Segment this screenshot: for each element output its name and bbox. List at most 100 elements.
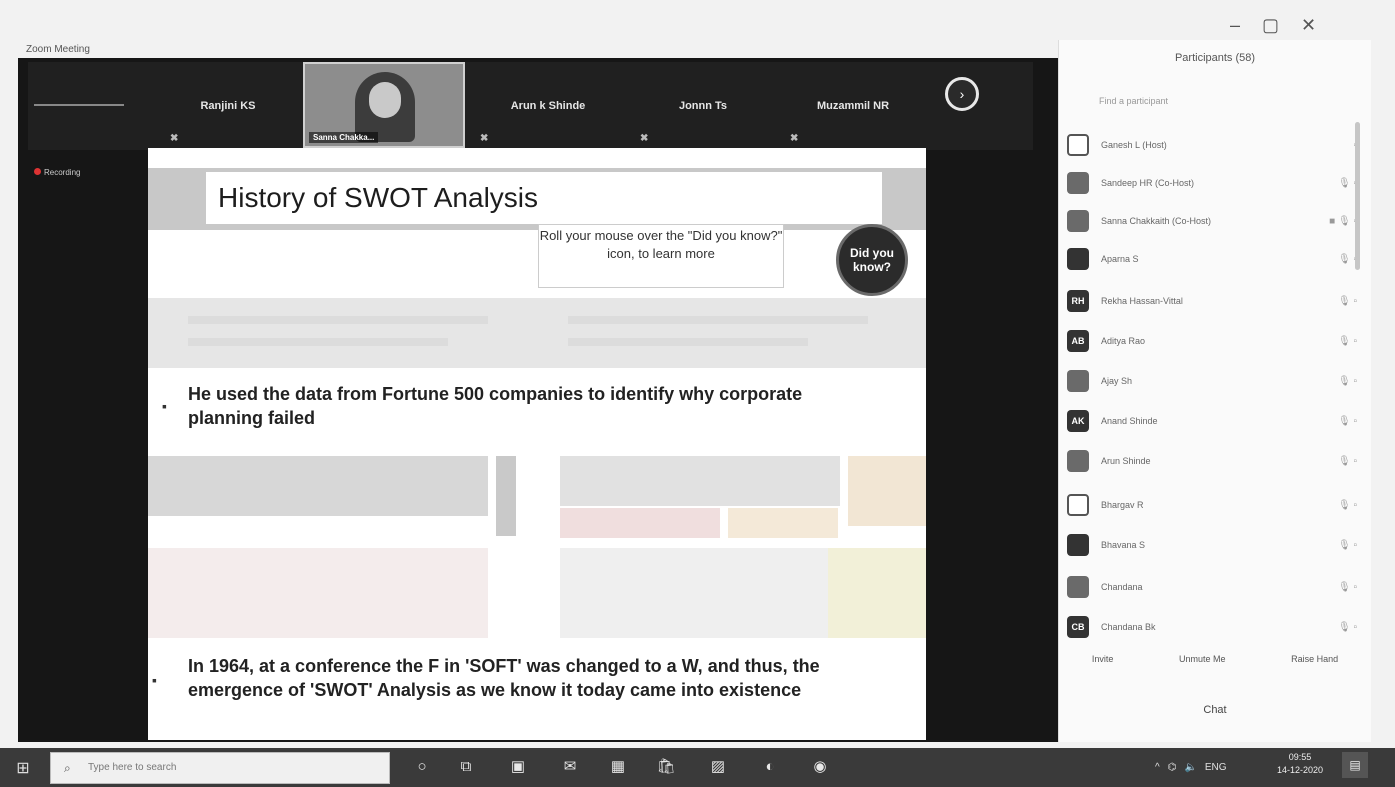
participant-row[interactable]: Aparna S 🎙 ▫ [1067,244,1357,274]
did-you-know-button[interactable]: Did you know? [836,224,908,296]
participant-row[interactable]: AB Aditya Rao 🎙 ▫ [1067,326,1357,356]
faded-cell [848,456,926,526]
mic-muted-icon: 🎙 ▫ [1337,295,1357,307]
faded-line [568,316,868,324]
video-icon: ▫ [1307,140,1357,151]
participant-name: Arun k Shinde [510,100,586,112]
participant-row[interactable]: CB Chandana Bk 🎙 ▫ [1067,612,1357,642]
participant-name: Ajay Sh [1101,376,1133,386]
faded-cell [560,508,720,538]
faded-cell [148,456,488,516]
participant-row[interactable]: RH Rekha Hassan-Vittal 🎙 ▫ [1067,286,1357,316]
participant-search-input[interactable]: Find a participant [1099,96,1168,106]
unmute-me-button[interactable]: Unmute Me [1179,654,1226,664]
participant-tile[interactable]: Ranjini KS ✖ [158,62,298,150]
participant-strip: Ranjini KS ✖ Sanna Chakka... Arun k Shin… [28,62,1033,150]
avatar [1067,450,1089,472]
bullet-marker: ▪ [152,672,157,688]
mic-icon: 🎙 ▫ [1337,177,1357,189]
participant-name: Anand Shinde [1101,416,1158,426]
mail-icon[interactable]: ✉ [556,752,584,780]
participant-row[interactable]: Bhavana S 🎙 ▫ [1067,530,1357,560]
language-indicator[interactable]: ENG [1205,762,1227,773]
participant-name: Sanna Chakkaith (Co-Host) [1101,216,1212,226]
slide-bullet: In 1964, at a conference the F in 'SOFT'… [188,656,820,700]
participant-tile[interactable]: Muzammil NR ✖ [778,62,928,150]
participant-row[interactable]: Sandeep HR (Co-Host) 🎙 ▫ [1067,168,1357,198]
participant-name: Bhargav R [1101,500,1144,510]
network-icon[interactable]: ⌬ [1168,762,1177,773]
participant-row[interactable]: Bhargav R 🎙 ▫ [1067,490,1357,520]
mic-muted-icon: 🎙 ▫ [1337,581,1357,593]
participant-name: Chandana Bk [1101,622,1156,632]
chevron-right-icon: › [959,86,965,102]
panel-scrollbar[interactable] [1355,122,1360,270]
avatar [1067,534,1089,556]
minimize-button[interactable]: – [1230,15,1240,36]
participants-panel: Participants (58) Find a participant Gan… [1058,40,1371,742]
participant-row[interactable]: Ganesh L (Host) ▫ [1067,130,1357,160]
zoom-icon[interactable]: ▣ [504,752,532,780]
photos-icon[interactable]: ▨ [704,752,732,780]
raise-hand-button[interactable]: Raise Hand [1291,654,1338,664]
participant-row[interactable]: Sanna Chakkaith (Co-Host) ■ 🎙 ▫ [1067,206,1357,236]
taskbar-clock[interactable]: 09:55 14-12-2020 [1270,751,1330,777]
window-controls: – ▢ ✕ [1230,10,1370,40]
mic-muted-icon: ✖ [640,133,649,144]
calendar-icon[interactable]: ▦ [604,752,632,780]
participant-name: Chandana [1101,582,1143,592]
store-icon[interactable]: 🛍 [652,752,680,780]
participant-tile[interactable]: Arun k Shinde ✖ [468,62,628,150]
shared-slide: History of SWOT Analysis Roll your mouse… [148,148,926,740]
avatar [1067,248,1089,270]
edge-icon[interactable]: ◐ [756,752,784,780]
participant-tile[interactable] [28,62,158,150]
mic-muted-icon: 🎙 ▫ [1337,253,1357,265]
avatar: AK [1067,410,1089,432]
clock-time: 09:55 [1288,752,1312,762]
cortana-icon[interactable]: ○ [408,752,436,780]
participant-name: Arun Shinde [1101,456,1151,466]
participant-name: Muzammil NR [816,100,890,112]
participant-row[interactable]: Arun Shinde 🎙 ▫ [1067,446,1357,476]
maximize-button[interactable]: ▢ [1262,15,1279,36]
screen-share-icon: ■ 🎙 ▫ [1329,215,1357,227]
participant-row[interactable]: Ajay Sh 🎙 ▫ [1067,366,1357,396]
participant-name: Ganesh L (Host) [1101,140,1167,150]
participant-name: Ranjini KS [200,100,256,112]
strip-next-button[interactable]: › [945,77,979,111]
participant-name: Aditya Rao [1101,336,1146,346]
system-tray: ^ ⌬ 🔈 ENG [1155,752,1227,782]
chat-button[interactable]: Chat [1059,704,1371,716]
participant-video-tile[interactable]: Sanna Chakka... [303,62,465,148]
mic-muted-icon: ✖ [790,133,799,144]
mic-muted-icon: 🎙 ▫ [1337,499,1357,511]
participant-name: Rekha Hassan-Vittal [1101,296,1183,306]
close-button[interactable]: ✕ [1301,15,1316,36]
participant-name: Bhavana S [1101,540,1146,550]
avatar: AB [1067,330,1089,352]
recording-label: Recording [44,168,81,177]
windows-start-icon[interactable]: ⊞ [14,760,32,778]
faded-table [148,448,926,640]
video-face [369,82,401,118]
participant-tile[interactable]: Jonnn Ts ✖ [628,62,778,150]
invite-button[interactable]: Invite [1092,654,1114,664]
participant-row[interactable]: AK Anand Shinde 🎙 ▫ [1067,406,1357,436]
slide-bullet: He used the data from Fortune 500 compan… [188,384,803,428]
chrome-icon[interactable]: ◉ [806,752,834,780]
task-view-icon[interactable]: ⧉ [452,752,480,780]
participant-row[interactable]: Chandana 🎙 ▫ [1067,572,1357,602]
volume-icon[interactable]: 🔈 [1184,762,1196,773]
notification-icon[interactable]: ▤ [1342,752,1368,778]
chevron-up-icon[interactable]: ^ [1155,762,1160,773]
participant-name: Aparna S [1101,254,1139,264]
avatar [1067,172,1089,194]
mic-muted-icon: ✖ [170,133,179,144]
avatar: RH [1067,290,1089,312]
mic-muted-icon: 🎙 ▫ [1337,455,1357,467]
slide-hint: Roll your mouse over the "Did you know?"… [538,224,784,288]
avatar: CB [1067,616,1089,638]
avatar [1067,494,1089,516]
faded-line [568,338,808,346]
